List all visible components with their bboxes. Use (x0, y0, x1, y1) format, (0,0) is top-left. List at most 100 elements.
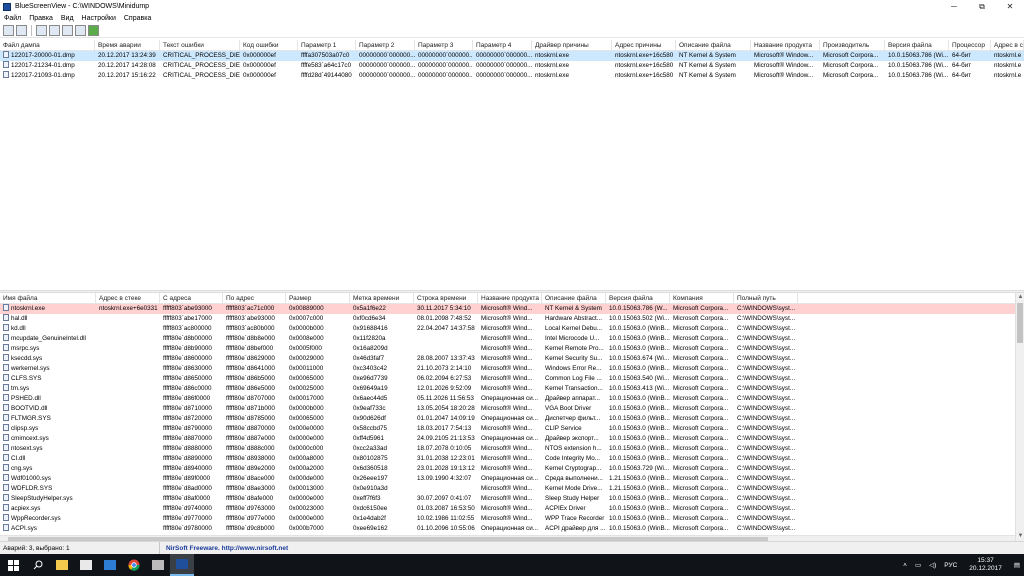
open-icon[interactable] (3, 25, 14, 36)
exit-icon[interactable] (88, 25, 99, 36)
column-header[interactable]: С адреса (160, 293, 223, 304)
scroll-up-icon[interactable]: ▲ (1016, 293, 1024, 302)
column-header[interactable]: Код ошибки (240, 40, 298, 51)
menu-help[interactable]: Справка (120, 15, 155, 22)
column-header[interactable]: По адрес (223, 293, 286, 304)
table-row[interactable]: tm.sys fffff80e`d86c0000 fffff80e`d86e5000… (0, 384, 1024, 394)
column-header[interactable]: Параметр 2 (356, 40, 415, 51)
column-header[interactable]: Метка времени (350, 293, 414, 304)
table-row[interactable]: 122017-21093-01.dmp 20.12.2017 15:16:22 CR… (0, 71, 1024, 81)
mail-icon[interactable] (74, 554, 98, 576)
column-header[interactable]: Параметр 4 (473, 40, 532, 51)
file-explorer-icon[interactable] (50, 554, 74, 576)
menu-settings[interactable]: Настройки (78, 15, 120, 22)
vertical-scrollbar[interactable]: ▲ ▼ (1015, 293, 1024, 541)
search-icon[interactable] (26, 554, 50, 576)
language-indicator[interactable]: РУС (940, 562, 961, 569)
table-cell: NT Kernel & System (679, 62, 736, 69)
column-header[interactable]: Название продукта (751, 40, 820, 51)
table-row[interactable]: werkernel.sys fffff80e`d8630000 fffff80e`d… (0, 364, 1024, 374)
file-icon (3, 414, 9, 421)
table-row[interactable]: SleepStudyHelper.sys fffff80e`d8af0000 fff… (0, 494, 1024, 504)
network-icon[interactable]: ▭ (911, 561, 925, 569)
table-row[interactable]: hal.dll fffff803`abe17000 fffff803`abe9300… (0, 314, 1024, 324)
menu-view[interactable]: Вид (57, 15, 78, 22)
column-header[interactable]: Компания (670, 293, 734, 304)
column-header[interactable]: Процессор (949, 40, 991, 51)
minimize-button[interactable]: ─ (940, 0, 968, 13)
column-header[interactable]: Адрес причины (612, 40, 676, 51)
menu-file[interactable]: Файл (0, 15, 25, 22)
column-header[interactable]: Название продукта (478, 293, 542, 304)
table-cell: Microsoft Corpora... (673, 435, 729, 442)
column-header[interactable]: Производитель (820, 40, 885, 51)
chevron-up-icon[interactable]: ˄ (899, 562, 911, 569)
column-header[interactable]: Описание файла (542, 293, 606, 304)
table-row[interactable]: PSHED.dll fffff80e`d86f0000 fffff80e`d8707… (0, 394, 1024, 404)
table-row[interactable]: CLFS.SYS fffff80e`d8650000 fffff80e`d86b50… (0, 374, 1024, 384)
table-cell: fffff803`abe93000 (163, 305, 212, 312)
table-row[interactable]: msrpc.sys fffff80e`d8b90000 fffff80e`d8bef… (0, 344, 1024, 354)
table-row[interactable]: BOOTVID.dll fffff80e`d8710000 fffff80e`d87… (0, 404, 1024, 414)
table-row[interactable]: Wdf01000.sys fffff80e`d89f0000 fffff80e`d8… (0, 474, 1024, 484)
table-row[interactable]: cmimcext.sys fffff80e`d8870000 fffff80e`d8… (0, 434, 1024, 444)
clock[interactable]: 15:37 20.12.2017 (961, 557, 1010, 573)
table-row[interactable]: mcupdate_GenuineIntel.dll fffff80e`d8b000… (0, 334, 1024, 344)
table-row[interactable]: ntosext.sys fffff80e`d8880000 fffff80e`d88… (0, 444, 1024, 454)
table-cell: 0xf0cd6e34 (353, 315, 386, 322)
table-row[interactable]: 122017-21234-01.dmp 20.12.2017 14:28:08 CR… (0, 61, 1024, 71)
table-row[interactable]: CI.dll fffff80e`d8890000 fffff80e`d8938000… (0, 454, 1024, 464)
restore-button[interactable]: ⧉ (968, 0, 996, 13)
column-header[interactable]: Адрес в с (991, 40, 1024, 51)
column-header[interactable]: Параметр 3 (415, 40, 473, 51)
table-row[interactable]: WDFLDR.SYS fffff80e`d8ad0000 fffff80e`d8ae… (0, 484, 1024, 494)
table-row[interactable]: FLTMGR.SYS fffff80e`d8720000 fffff80e`d878… (0, 414, 1024, 424)
menu-edit[interactable]: Правка (25, 15, 57, 22)
column-header[interactable]: Параметр 1 (298, 40, 356, 51)
column-header[interactable]: Адрес в стеке (96, 293, 160, 304)
notification-icon[interactable]: ▤ (1010, 561, 1024, 569)
column-header[interactable]: Текст ошибки (160, 40, 240, 51)
table-row[interactable]: ksecdd.sys fffff80e`d8600000 fffff80e`d862… (0, 354, 1024, 364)
table-cell: 0x0e910a3d (353, 485, 388, 492)
bluescreenview-taskbar-icon[interactable] (170, 554, 194, 576)
scroll-down-icon[interactable]: ▼ (1016, 532, 1024, 541)
table-row[interactable]: clipsp.sys fffff80e`d8790000 fffff80e`d887… (0, 424, 1024, 434)
table-row[interactable]: ACPI.sys fffff80e`d9780000 fffff80e`d9c8b0… (0, 524, 1024, 534)
column-header[interactable]: Имя файла (0, 293, 96, 304)
close-button[interactable]: ✕ (996, 0, 1024, 13)
save-icon[interactable] (16, 25, 27, 36)
column-header[interactable]: Описание файла (676, 40, 751, 51)
column-header[interactable]: Строка времени (414, 293, 478, 304)
table-cell: ntoskrnl.e (994, 72, 1022, 79)
column-header[interactable]: Размер (286, 293, 350, 304)
refresh-icon[interactable] (75, 25, 86, 36)
column-header[interactable]: Версия файла (885, 40, 949, 51)
table-row[interactable]: kd.dll fffff803`ac800000 fffff803`ac80b000… (0, 324, 1024, 334)
column-header[interactable]: Файл дампа (0, 40, 95, 51)
volume-icon[interactable]: ◁) (925, 561, 940, 569)
nirsoft-link[interactable]: NirSoft Freeware. http://www.nirsoft.net (160, 545, 288, 552)
column-header[interactable]: Драйвер причины (532, 40, 612, 51)
column-header[interactable]: Полный путь (734, 293, 798, 304)
app-icon-taskbar[interactable] (146, 554, 170, 576)
report-icon[interactable] (62, 25, 73, 36)
cell-text: msrpc.sys (11, 345, 40, 352)
table-row[interactable]: 122017-20000-01.dmp 20.12.2017 13:24:39 CR… (0, 51, 1024, 61)
driver-list: Имя файла Адрес в стеке С адреса По адрес Ра… (0, 293, 1024, 541)
column-header[interactable]: Версия файла (606, 293, 670, 304)
table-row[interactable]: acpiex.sys fffff80e`d9740000 fffff80e`d976… (0, 504, 1024, 514)
column-header[interactable]: Время аварии (95, 40, 160, 51)
chrome-icon[interactable] (122, 554, 146, 576)
file-icon (3, 464, 9, 471)
start-button[interactable] (0, 554, 26, 576)
properties-icon[interactable] (36, 25, 47, 36)
table-cell: fffff80e`d86c0000 (163, 385, 212, 392)
copy-icon[interactable] (49, 25, 60, 36)
table-row[interactable]: WppRecorder.sys fffff80e`d9770000 fffff80e… (0, 514, 1024, 524)
scrollbar-thumb[interactable] (1017, 303, 1023, 343)
table-cell: Microsoft Corpora... (673, 375, 729, 382)
table-row[interactable]: cng.sys fffff80e`d8940000 fffff80e`d89e200… (0, 464, 1024, 474)
store-icon[interactable] (98, 554, 122, 576)
table-row[interactable]: ntoskrnl.exe ntoskrnl.exe+6e0331 fffff803`… (0, 304, 1024, 314)
